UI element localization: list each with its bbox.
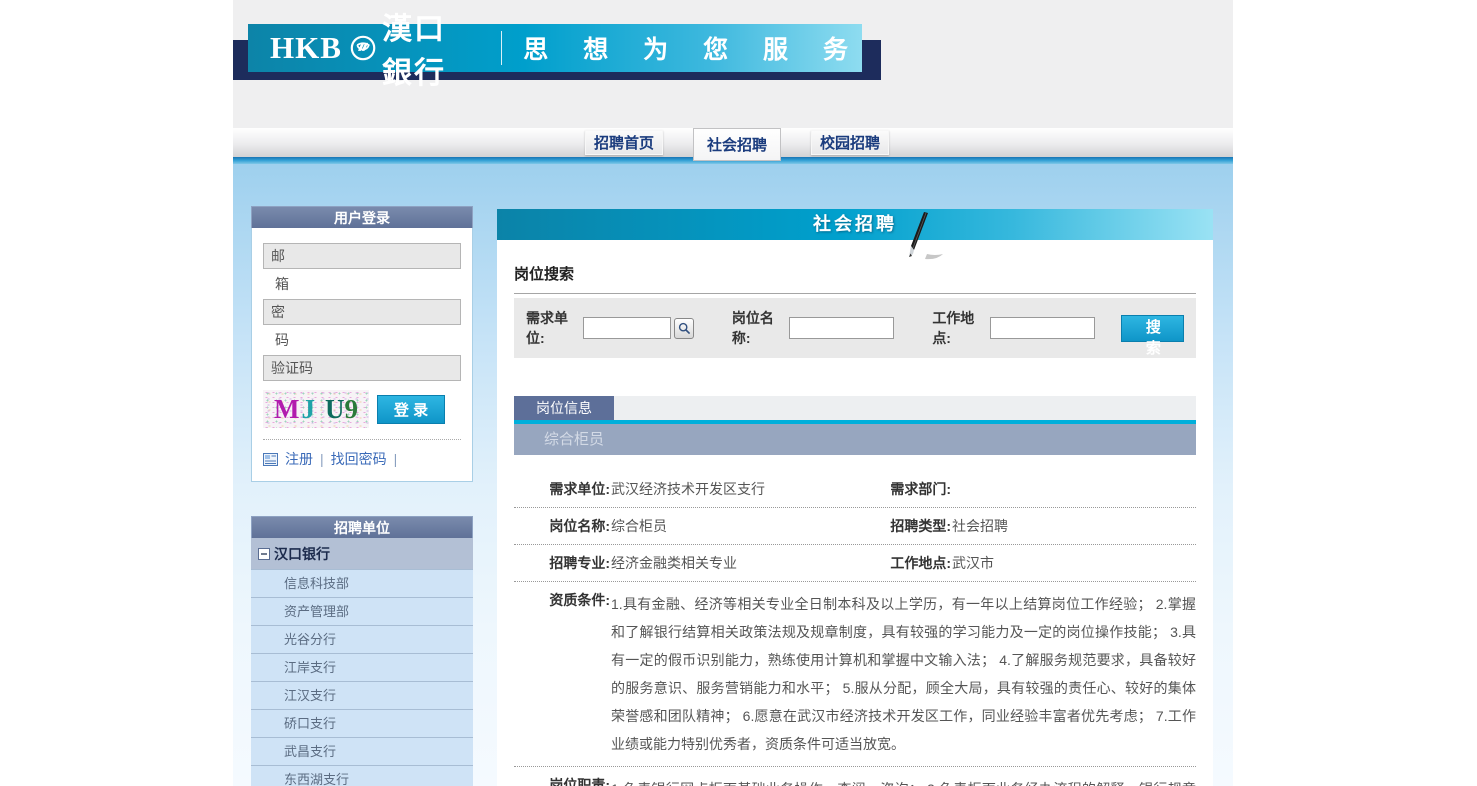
field-label: 招聘专业: (514, 553, 610, 573)
panel-content: 岗位搜索 需求单位: 岗位名称: 工作地点: (497, 263, 1213, 786)
unit-lookup-button[interactable] (674, 318, 693, 339)
main-content-panel: 社会招聘 岗位搜索 需求单位: (497, 209, 1213, 786)
main-area: 用户登录 邮 箱 密 码 验证码 M J U 9 (233, 164, 1233, 786)
brand-name-chinese: 漢口銀行 (382, 4, 475, 92)
collapse-minus-icon[interactable] (258, 548, 270, 560)
password-label-overflow: 码 (275, 330, 461, 350)
qualifications-text: 1.具有金融、经济等相关专业全日制本科及以上学历，有一年以上结算岗位工作经验； … (610, 590, 1196, 758)
main-navigation: 招聘首页 社会招聘 校园招聘 (233, 128, 1233, 157)
captcha-char: U (325, 394, 345, 425)
link-divider: | (394, 451, 398, 467)
search-jobname-label: 岗位名称: (732, 308, 787, 348)
captcha-input[interactable]: 验证码 (263, 355, 461, 381)
unit-root-hankou-bank[interactable]: 汉口银行 (251, 538, 473, 569)
search-divider (514, 293, 1196, 294)
unit-item-wuchang-branch[interactable]: 武昌支行 (251, 737, 473, 765)
recruit-units-title: 招聘单位 (251, 516, 473, 538)
email-field[interactable]: 邮 (263, 243, 461, 269)
field-value: 社会招聘 (951, 516, 1008, 536)
table-row: 需求单位: 武汉经济技术开发区支行 需求部门: (514, 471, 1196, 508)
table-row: 岗位职责: 1.负责银行网点柜面基础业务操作、查阅、咨询； 2.负责柜面业务经办… (514, 767, 1196, 786)
section-gap (514, 358, 1196, 396)
field-label: 招聘类型: (855, 516, 951, 536)
field-value: 综合柜员 (610, 516, 667, 536)
job-title-bar[interactable]: 综合柜员 (514, 424, 1196, 455)
field-label: 岗位职责: (514, 775, 610, 786)
job-search-bar: 需求单位: 岗位名称: 工作地点: 搜 索 (514, 298, 1196, 358)
job-search-title: 岗位搜索 (514, 263, 1196, 284)
unit-item-guanggu-branch[interactable]: 光谷分行 (251, 625, 473, 653)
field-label: 需求部门: (855, 479, 951, 499)
content-column: HKB 漢口銀行 思 想 为 您 服 务 招聘首页 社会招聘 校园招聘 (233, 0, 1233, 786)
nav-tab-social-recruit[interactable]: 社会招聘 (693, 128, 781, 161)
login-panel-title: 用户登录 (251, 206, 473, 228)
table-row: 资质条件: 1.具有金融、经济等相关专业全日制本科及以上学历，有一年以上结算岗位… (514, 582, 1196, 767)
page: HKB 漢口銀行 思 想 为 您 服 务 招聘首页 社会招聘 校园招聘 (0, 0, 1477, 786)
job-info-tab-strip: 岗位信息 (514, 396, 1196, 420)
sidebar: 用户登录 邮 箱 密 码 验证码 M J U 9 (251, 206, 473, 786)
login-button[interactable]: 登 录 (377, 395, 445, 424)
field-value: 武汉市 (951, 553, 994, 573)
field-value (951, 479, 952, 499)
nav-tab-campus-recruit[interactable]: 校园招聘 (811, 130, 889, 155)
job-details: 需求单位: 武汉经济技术开发区支行 需求部门: 岗位名称: 综合柜 (514, 471, 1196, 786)
captcha-char: 9 (344, 394, 358, 425)
link-divider: | (320, 451, 324, 467)
brand-banner: HKB 漢口銀行 思 想 为 您 服 务 (248, 24, 862, 72)
field-label: 需求单位: (514, 479, 610, 499)
nav-tabs: 招聘首页 社会招聘 校园招聘 (585, 127, 889, 159)
email-label-overflow: 箱 (275, 274, 461, 294)
login-divider (263, 439, 461, 440)
banner-title: 社会招聘 (497, 209, 1213, 240)
register-link[interactable]: 注册 (285, 449, 313, 469)
brand-divider (501, 31, 502, 65)
brand-abbreviation: HKB (270, 30, 342, 66)
unit-item-jiangan-branch[interactable]: 江岸支行 (251, 653, 473, 681)
social-recruit-banner: 社会招聘 (497, 209, 1213, 240)
responsibilities-text: 1.负责银行网点柜面基础业务操作、查阅、咨询； 2.负责柜面业务经办流程的解释、… (610, 775, 1196, 786)
captcha-char: J (301, 394, 315, 425)
magnifier-icon (678, 322, 691, 335)
table-row: 招聘专业: 经济金融类相关专业 工作地点: 武汉市 (514, 545, 1196, 582)
forgot-password-link[interactable]: 找回密码 (331, 449, 387, 469)
table-row: 岗位名称: 综合柜员 招聘类型: 社会招聘 (514, 508, 1196, 545)
password-field[interactable]: 密 (263, 299, 461, 325)
pen-icon (897, 210, 949, 264)
field-value: 经济金融类相关专业 (610, 553, 737, 573)
captcha-char: M (274, 394, 299, 425)
field-label: 工作地点: (855, 553, 951, 573)
field-label: 资质条件: (514, 590, 610, 758)
login-links: 注册 | 找回密码 | (263, 449, 461, 473)
job-info-tab[interactable]: 岗位信息 (514, 396, 614, 420)
unit-item-asset-mgmt[interactable]: 资产管理部 (251, 597, 473, 625)
search-location-label: 工作地点: (932, 308, 987, 348)
unit-root-label: 汉口银行 (274, 544, 330, 564)
captcha-image[interactable]: M J U 9 (263, 390, 369, 428)
search-location-input[interactable] (990, 317, 1095, 339)
brand-slogan: 思 想 为 您 服 务 (523, 30, 862, 66)
unit-item-qiaokou-branch[interactable]: 硚口支行 (251, 709, 473, 737)
login-panel: 用户登录 邮 箱 密 码 验证码 M J U 9 (251, 206, 473, 482)
search-jobname-input[interactable] (789, 317, 894, 339)
nav-tab-recruit-home[interactable]: 招聘首页 (585, 130, 663, 155)
search-button[interactable]: 搜 索 (1121, 315, 1184, 342)
unit-item-it-dept[interactable]: 信息科技部 (251, 569, 473, 597)
login-panel-body: 邮 箱 密 码 验证码 M J U 9 登 录 (251, 228, 473, 482)
search-unit-label: 需求单位: (526, 308, 581, 348)
register-icon (263, 453, 278, 466)
field-label: 岗位名称: (514, 516, 610, 536)
field-value: 武汉经济技术开发区支行 (610, 479, 765, 499)
top-header-band: HKB 漢口銀行 思 想 为 您 服 务 (233, 0, 1233, 128)
bank-logo-icon (350, 30, 376, 66)
captcha-row: M J U 9 登 录 (263, 390, 461, 428)
search-unit-input[interactable] (583, 317, 671, 339)
unit-item-jianghan-branch[interactable]: 江汉支行 (251, 681, 473, 709)
recruit-units-panel: 招聘单位 汉口银行 信息科技部 资产管理部 光谷分行 江岸支行 江汉支行 硚口支… (251, 516, 473, 786)
unit-item-dongxihu-branch[interactable]: 东西湖支行 (251, 765, 473, 786)
